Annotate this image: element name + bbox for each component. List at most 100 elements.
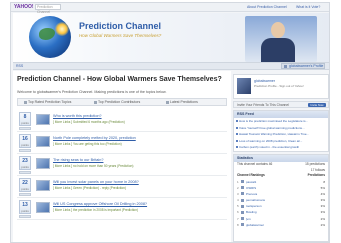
user-icon — [241, 210, 244, 214]
list-item: 13 points Will US Congress approve Offsh… — [17, 198, 227, 220]
prediction-thumbnail[interactable] — [36, 202, 50, 213]
prediction-title-link[interactable]: The rising seas to our Britain? — [53, 158, 103, 162]
nav-strip: RSS globalwarmer's Profile — [13, 63, 329, 70]
person-head — [271, 22, 285, 38]
browser-page: YAHOO! Prediction Channel About Predicti… — [10, 2, 330, 243]
sidebar: globalwarmer Prediction Profile - Sign o… — [233, 71, 329, 242]
user-icon — [241, 204, 244, 208]
prediction-title-link[interactable]: Who is worth this prediction? — [53, 114, 102, 118]
profile-button[interactable]: globalwarmer's Profile — [281, 63, 325, 69]
banner-photo — [245, 16, 317, 62]
invite-bar: Invite Your Friends To This Channel Invi… — [233, 101, 329, 108]
prediction-meta: [ More Links ] the prediction in 2008 is… — [53, 208, 139, 212]
channel-tagline: How Global Warmers Save Themselves? — [79, 33, 162, 38]
user-icon — [241, 180, 244, 183]
vote-button[interactable] — [19, 215, 31, 218]
sun-flare — [55, 22, 69, 36]
vote-button[interactable] — [19, 193, 31, 196]
vote-count: 8 — [23, 114, 27, 120]
main-content: Prediction Channel - How Global Warmers … — [13, 71, 231, 242]
rank-number: 8 — [237, 222, 239, 227]
vote-count: 23 — [22, 158, 28, 164]
rank-value: 2% — [320, 222, 325, 227]
list-item: 22 points Will you invest solar panels o… — [17, 176, 227, 198]
welcome-text: Welcome to globalwarmer's Prediction Cha… — [17, 90, 167, 94]
prediction-meta: [ More Links ] You are geting this too (… — [53, 142, 122, 146]
prediction-meta: [ More Links ] no hold on more than 50 y… — [53, 164, 134, 168]
prediction-list: 8 points Who is worth this prediction? [… — [17, 110, 227, 220]
list-item: 8 points Who is worth this prediction? [… — [17, 110, 227, 132]
prediction-thumbnail[interactable] — [36, 136, 50, 147]
invite-button[interactable]: Invite Now — [308, 103, 326, 107]
rankings-label: Channel Rankings — [237, 173, 265, 177]
vote-unit: points — [21, 209, 29, 213]
invite-label: Invite Your Friends To This Channel — [237, 103, 289, 107]
vote-unit: points — [21, 165, 29, 169]
tab-top-rated[interactable]: Top Rated Prediction Topics — [24, 100, 71, 105]
avatar[interactable] — [237, 78, 251, 94]
prediction-title-link[interactable]: Will US Congress approve Offshore Oil Dr… — [53, 202, 147, 206]
rank-user-link[interactable]: toolsperson — [246, 204, 262, 208]
stat-label: This channel contains 46 — [237, 162, 273, 166]
vote-count-box: 16 points — [19, 134, 31, 148]
earth-globe-image — [29, 16, 71, 58]
vote-unit: points — [21, 143, 29, 147]
what-is-vote-link[interactable]: What is it Vote? — [296, 5, 320, 9]
channel-banner: Prediction Channel How Global Warmers Sa… — [13, 13, 329, 63]
user-name-link[interactable]: globalwarmer — [254, 79, 275, 83]
tab-latest[interactable]: Latest Predictions — [166, 100, 198, 105]
feed-item[interactable]: Carbon (earth) voted in - the essential … — [234, 144, 328, 151]
vote-count-box: 22 points — [19, 178, 31, 192]
page-title: Prediction Channel - How Global Warmers … — [17, 76, 222, 83]
vote-button[interactable] — [19, 127, 31, 130]
list-item: 16 points North Pole completely melted b… — [17, 132, 227, 154]
rank-user-link[interactable]: globalwarmer — [246, 223, 264, 227]
feed-title: RSS Feed — [234, 111, 328, 118]
about-link[interactable]: About Prediction Channel — [247, 5, 287, 9]
topic-tabs: Top Rated Prediction Topics Top Predicti… — [17, 98, 227, 106]
rank-user-link[interactable]: OSIRIS — [246, 186, 256, 190]
user-box: globalwarmer Prediction Profile - Sign o… — [233, 74, 329, 99]
rank-user-link[interactable]: jvm — [246, 217, 251, 221]
vote-unit: points — [21, 187, 29, 191]
prediction-meta: [ More Links ] Submitted 6 months ago (P… — [53, 120, 125, 124]
continent-shape — [39, 28, 55, 40]
ranking-row: 8 globalwarmer 2% — [234, 222, 328, 228]
yahoo-logo[interactable]: YAHOO! — [14, 4, 34, 10]
vote-button[interactable] — [19, 171, 31, 174]
prediction-thumbnail[interactable] — [36, 180, 50, 191]
vote-button[interactable] — [19, 149, 31, 152]
user-icon — [241, 223, 244, 227]
user-icon — [241, 186, 244, 190]
search-input[interactable]: Prediction Channel — [35, 4, 61, 14]
user-icon — [241, 217, 244, 221]
prediction-title-link[interactable]: Will you invest solar panels on your hom… — [53, 180, 139, 184]
vote-unit: points — [21, 121, 29, 125]
user-role: Prediction Profile - Sign out of Yahoo! — [254, 84, 304, 88]
rss-feed-panel: RSS Feed How is the prediction maximised… — [233, 110, 329, 152]
statistics-panel: Statistics This channel contains 46 15 p… — [233, 154, 329, 242]
rank-user-link[interactable]: Bowling — [246, 210, 257, 214]
channel-title: Prediction Channel — [79, 21, 162, 31]
rank-user-link[interactable]: pascal1 — [246, 180, 256, 184]
rank-user-link[interactable]: Prenova — [246, 192, 257, 196]
vote-count: 16 — [22, 136, 28, 142]
statistics-title: Statistics — [234, 155, 328, 162]
prediction-thumbnail[interactable] — [36, 114, 50, 125]
tab-top-contributors[interactable]: Top Prediction Contributors — [94, 100, 140, 105]
vote-count: 13 — [22, 202, 28, 208]
list-item: 23 points The rising seas to our Britain… — [17, 154, 227, 176]
user-icon — [241, 198, 244, 202]
person-body — [261, 38, 295, 62]
rank-user-link[interactable]: pennahumans — [246, 198, 265, 202]
vote-count-box: 23 points — [19, 156, 31, 170]
prediction-title-link[interactable]: North Pole completely melted by 2020, pr… — [53, 136, 136, 140]
rss-link[interactable]: RSS — [16, 64, 23, 68]
vote-count-box: 8 points — [19, 112, 31, 126]
vote-count: 22 — [22, 180, 28, 186]
top-bar: YAHOO! Prediction Channel About Predicti… — [11, 3, 329, 14]
prediction-meta: [ More Links ] Green (Prediction) - repl… — [53, 186, 126, 190]
prediction-thumbnail[interactable] — [36, 158, 50, 169]
vote-count-box: 13 points — [19, 200, 31, 214]
user-icon — [241, 192, 244, 196]
